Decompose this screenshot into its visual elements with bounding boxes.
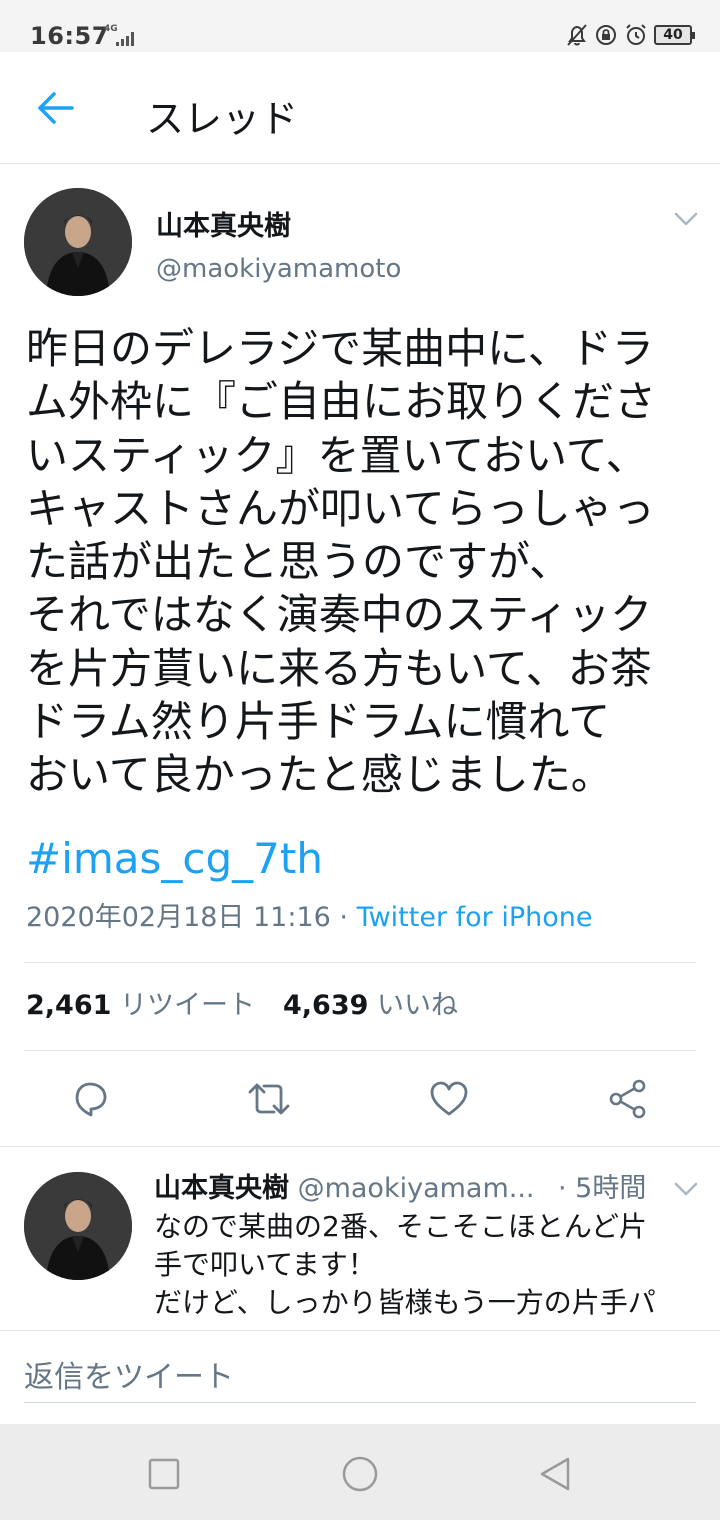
share-icon[interactable] — [607, 1078, 649, 1120]
reply-icon[interactable] — [69, 1078, 111, 1120]
author-name[interactable]: 山本真央樹 — [156, 204, 291, 243]
recent-apps-icon[interactable] — [144, 1454, 184, 1494]
thread-header: スレッド — [0, 52, 720, 164]
signal-bars-icon — [116, 32, 134, 46]
reply-author-name[interactable]: 山本真央樹 — [154, 1173, 289, 1204]
status-time: 16:57 — [30, 22, 109, 50]
source-link[interactable]: Twitter for iPhone — [357, 902, 593, 933]
divider — [24, 962, 696, 963]
tweet-stats: 2,461 リツイート 4,639 いいね — [26, 988, 458, 1024]
reply-input[interactable]: 返信をツイート — [24, 1353, 696, 1403]
author-handle[interactable]: @maokiyamamoto — [156, 254, 401, 284]
like-number: 4,639 — [283, 990, 369, 1021]
like-label: いいね — [368, 990, 458, 1021]
divider — [0, 1146, 720, 1147]
system-nav-bar — [0, 1424, 720, 1520]
divider — [24, 1050, 696, 1051]
like-count[interactable]: 4,639 いいね — [283, 990, 458, 1021]
battery-icon: 40 — [654, 25, 695, 45]
reply-time: · 5時間 — [558, 1173, 647, 1204]
reply-avatar[interactable] — [24, 1172, 132, 1280]
chevron-down-icon[interactable] — [673, 1180, 699, 1198]
retweet-icon[interactable] — [248, 1078, 290, 1120]
avatar[interactable] — [24, 188, 132, 296]
home-icon[interactable] — [340, 1454, 380, 1494]
tweet-timestamp: 2020年02月18日 11:16 · — [26, 902, 357, 933]
page-title: スレッド — [146, 97, 299, 141]
status-bar: 16:57 4G 40 — [0, 0, 720, 52]
retweet-count[interactable]: 2,461 リツイート — [26, 990, 255, 1021]
retweet-number: 2,461 — [26, 990, 112, 1021]
reply-composer: 返信をツイート — [0, 1330, 720, 1424]
reply-text[interactable]: なので某曲の2番、そこそこほとんど片 手で叩いてます！ だけど、しっかり皆様もう… — [154, 1208, 700, 1330]
orientation-lock-icon — [596, 25, 616, 45]
chevron-down-icon[interactable] — [673, 210, 699, 228]
back-icon[interactable] — [536, 1454, 576, 1494]
arrow-left-icon[interactable] — [36, 90, 76, 126]
hashtag-link[interactable]: #imas_cg_7th — [26, 832, 323, 885]
avatar-photo — [24, 188, 132, 296]
like-icon[interactable] — [428, 1078, 470, 1120]
signal-icon: 4G — [104, 24, 134, 48]
retweet-label: リツイート — [111, 990, 255, 1021]
reply-author-handle[interactable]: @maokiyamam... — [289, 1173, 535, 1204]
alarm-icon — [626, 24, 646, 45]
tweet-text: 昨日のデレラジで某曲中に、ドラ ム外枠に『ご自由にお取りくださ いスティック』を… — [26, 324, 657, 800]
status-icons: 40 — [566, 22, 695, 48]
reply-header[interactable]: 山本真央樹 @maokiyamam... · 5時間 — [154, 1171, 654, 1207]
mute-bell-icon — [567, 24, 587, 46]
battery-level: 40 — [663, 27, 683, 43]
avatar-photo — [24, 1172, 132, 1280]
tweet-meta: 2020年02月18日 11:16 · Twitter for iPhone — [26, 900, 593, 936]
